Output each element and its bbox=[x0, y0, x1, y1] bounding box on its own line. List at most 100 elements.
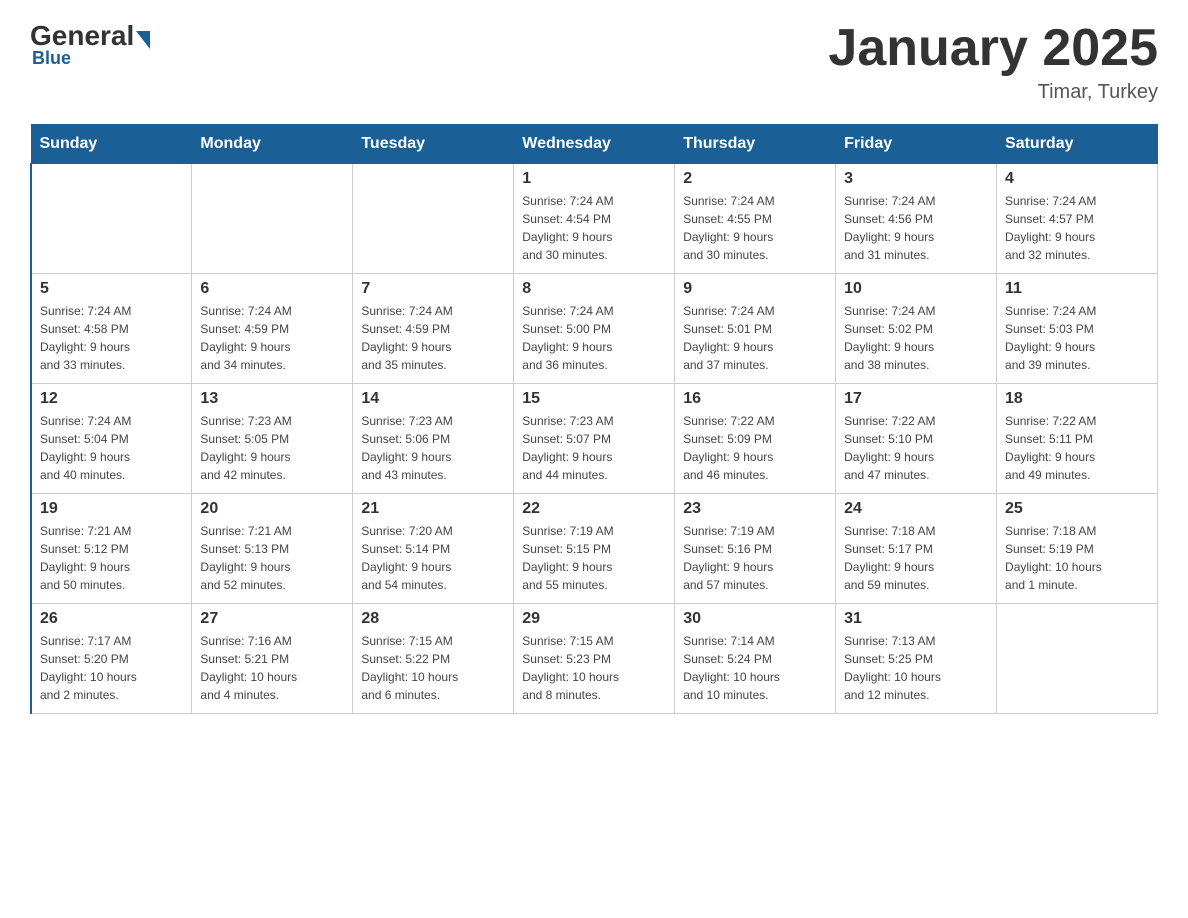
calendar-cell: 26 Sunrise: 7:17 AMSunset: 5:20 PMDayligh… bbox=[31, 604, 192, 714]
cell-date-number: 5 bbox=[40, 280, 183, 298]
calendar-cell: 5 Sunrise: 7:24 AMSunset: 4:58 PMDaylight… bbox=[31, 274, 192, 384]
logo: General Blue bbox=[30, 20, 152, 69]
cell-date-number: 10 bbox=[844, 280, 988, 298]
cell-sun-info: Sunrise: 7:24 AMSunset: 4:59 PMDaylight:… bbox=[200, 302, 344, 374]
cell-sun-info: Sunrise: 7:24 AMSunset: 4:54 PMDaylight:… bbox=[522, 192, 666, 264]
cell-sun-info: Sunrise: 7:24 AMSunset: 4:56 PMDaylight:… bbox=[844, 192, 988, 264]
calendar-cell: 8 Sunrise: 7:24 AMSunset: 5:00 PMDaylight… bbox=[514, 274, 675, 384]
cell-sun-info: Sunrise: 7:13 AMSunset: 5:25 PMDaylight:… bbox=[844, 632, 988, 704]
cell-sun-info: Sunrise: 7:20 AMSunset: 5:14 PMDaylight:… bbox=[361, 522, 505, 594]
cell-date-number: 15 bbox=[522, 390, 666, 408]
cell-date-number: 3 bbox=[844, 170, 988, 188]
calendar-cell: 19 Sunrise: 7:21 AMSunset: 5:12 PMDayligh… bbox=[31, 494, 192, 604]
calendar-cell: 21 Sunrise: 7:20 AMSunset: 5:14 PMDayligh… bbox=[353, 494, 514, 604]
cell-date-number: 8 bbox=[522, 280, 666, 298]
calendar-cell: 11 Sunrise: 7:24 AMSunset: 5:03 PMDayligh… bbox=[997, 274, 1158, 384]
calendar-cell: 30Sunrise: 7:14 AMSunset: 5:24 PMDayligh… bbox=[675, 604, 836, 714]
calendar-cell: 2 Sunrise: 7:24 AMSunset: 4:55 PMDaylight… bbox=[675, 164, 836, 274]
cell-date-number: 19 bbox=[40, 500, 183, 518]
cell-sun-info: Sunrise: 7:22 AMSunset: 5:09 PMDaylight:… bbox=[683, 412, 827, 484]
cell-sun-info: Sunrise: 7:24 AMSunset: 5:03 PMDaylight:… bbox=[1005, 302, 1149, 374]
cell-sun-info: Sunrise: 7:15 AMSunset: 5:23 PMDaylight:… bbox=[522, 632, 666, 704]
calendar-cell bbox=[997, 604, 1158, 714]
cell-date-number: 11 bbox=[1005, 280, 1149, 298]
cell-date-number: 16 bbox=[683, 390, 827, 408]
cell-date-number: 22 bbox=[522, 500, 666, 518]
calendar-cell: 3 Sunrise: 7:24 AMSunset: 4:56 PMDaylight… bbox=[836, 164, 997, 274]
cell-sun-info: Sunrise: 7:18 AMSunset: 5:17 PMDaylight:… bbox=[844, 522, 988, 594]
cell-sun-info: Sunrise: 7:22 AMSunset: 5:10 PMDaylight:… bbox=[844, 412, 988, 484]
cell-sun-info: Sunrise: 7:23 AMSunset: 5:06 PMDaylight:… bbox=[361, 412, 505, 484]
calendar-cell: 18Sunrise: 7:22 AMSunset: 5:11 PMDayligh… bbox=[997, 384, 1158, 494]
cell-date-number: 20 bbox=[200, 500, 344, 518]
cell-sun-info: Sunrise: 7:23 AMSunset: 5:05 PMDaylight:… bbox=[200, 412, 344, 484]
calendar-cell bbox=[353, 164, 514, 274]
cell-sun-info: Sunrise: 7:24 AMSunset: 5:00 PMDaylight:… bbox=[522, 302, 666, 374]
cell-sun-info: Sunrise: 7:19 AMSunset: 5:15 PMDaylight:… bbox=[522, 522, 666, 594]
cell-sun-info: Sunrise: 7:21 AMSunset: 5:12 PMDaylight:… bbox=[40, 522, 183, 594]
calendar-cell: 23Sunrise: 7:19 AMSunset: 5:16 PMDayligh… bbox=[675, 494, 836, 604]
cell-date-number: 24 bbox=[844, 500, 988, 518]
calendar-cell: 4 Sunrise: 7:24 AMSunset: 4:57 PMDaylight… bbox=[997, 164, 1158, 274]
cell-sun-info: Sunrise: 7:24 AMSunset: 4:57 PMDaylight:… bbox=[1005, 192, 1149, 264]
calendar-cell: 28 Sunrise: 7:15 AMSunset: 5:22 PMDayligh… bbox=[353, 604, 514, 714]
cell-sun-info: Sunrise: 7:24 AMSunset: 4:59 PMDaylight:… bbox=[361, 302, 505, 374]
cell-date-number: 6 bbox=[200, 280, 344, 298]
calendar-week-3: 12 Sunrise: 7:24 AMSunset: 5:04 PMDayligh… bbox=[31, 384, 1158, 494]
cell-date-number: 17 bbox=[844, 390, 988, 408]
calendar-cell: 20 Sunrise: 7:21 AMSunset: 5:13 PMDayligh… bbox=[192, 494, 353, 604]
cell-date-number: 2 bbox=[683, 170, 827, 188]
calendar-cell: 16 Sunrise: 7:22 AMSunset: 5:09 PMDayligh… bbox=[675, 384, 836, 494]
location: Timar, Turkey bbox=[828, 81, 1158, 104]
cell-sun-info: Sunrise: 7:23 AMSunset: 5:07 PMDaylight:… bbox=[522, 412, 666, 484]
cell-date-number: 30 bbox=[683, 610, 827, 628]
cell-sun-info: Sunrise: 7:24 AMSunset: 4:55 PMDaylight:… bbox=[683, 192, 827, 264]
cell-sun-info: Sunrise: 7:15 AMSunset: 5:22 PMDaylight:… bbox=[361, 632, 505, 704]
calendar-cell: 31 Sunrise: 7:13 AMSunset: 5:25 PMDayligh… bbox=[836, 604, 997, 714]
calendar-cell: 9Sunrise: 7:24 AMSunset: 5:01 PMDaylight… bbox=[675, 274, 836, 384]
logo-arrow-icon bbox=[136, 31, 150, 49]
calendar-cell: 29 Sunrise: 7:15 AMSunset: 5:23 PMDayligh… bbox=[514, 604, 675, 714]
calendar-cell: 25 Sunrise: 7:18 AMSunset: 5:19 PMDayligh… bbox=[997, 494, 1158, 604]
logo-blue: Blue bbox=[32, 48, 71, 69]
weekday-header-saturday: Saturday bbox=[997, 125, 1158, 164]
cell-sun-info: Sunrise: 7:18 AMSunset: 5:19 PMDaylight:… bbox=[1005, 522, 1149, 594]
calendar-cell: 24 Sunrise: 7:18 AMSunset: 5:17 PMDayligh… bbox=[836, 494, 997, 604]
cell-sun-info: Sunrise: 7:21 AMSunset: 5:13 PMDaylight:… bbox=[200, 522, 344, 594]
calendar-week-1: 1 Sunrise: 7:24 AMSunset: 4:54 PMDaylight… bbox=[31, 164, 1158, 274]
month-title: January 2025 bbox=[828, 20, 1158, 77]
page-header: General Blue January 2025 Timar, Turkey bbox=[30, 20, 1158, 104]
calendar-week-4: 19 Sunrise: 7:21 AMSunset: 5:12 PMDayligh… bbox=[31, 494, 1158, 604]
calendar-cell: 17 Sunrise: 7:22 AMSunset: 5:10 PMDayligh… bbox=[836, 384, 997, 494]
cell-sun-info: Sunrise: 7:24 AMSunset: 5:02 PMDaylight:… bbox=[844, 302, 988, 374]
cell-date-number: 27 bbox=[200, 610, 344, 628]
title-block: January 2025 Timar, Turkey bbox=[828, 20, 1158, 104]
cell-date-number: 25 bbox=[1005, 500, 1149, 518]
cell-date-number: 4 bbox=[1005, 170, 1149, 188]
calendar-cell bbox=[192, 164, 353, 274]
cell-sun-info: Sunrise: 7:17 AMSunset: 5:20 PMDaylight:… bbox=[40, 632, 183, 704]
cell-sun-info: Sunrise: 7:24 AMSunset: 4:58 PMDaylight:… bbox=[40, 302, 183, 374]
cell-date-number: 26 bbox=[40, 610, 183, 628]
calendar-cell: 12 Sunrise: 7:24 AMSunset: 5:04 PMDayligh… bbox=[31, 384, 192, 494]
weekday-header-tuesday: Tuesday bbox=[353, 125, 514, 164]
calendar-cell: 14Sunrise: 7:23 AMSunset: 5:06 PMDayligh… bbox=[353, 384, 514, 494]
calendar-cell: 22 Sunrise: 7:19 AMSunset: 5:15 PMDayligh… bbox=[514, 494, 675, 604]
cell-date-number: 21 bbox=[361, 500, 505, 518]
cell-sun-info: Sunrise: 7:22 AMSunset: 5:11 PMDaylight:… bbox=[1005, 412, 1149, 484]
calendar-cell: 6 Sunrise: 7:24 AMSunset: 4:59 PMDaylight… bbox=[192, 274, 353, 384]
cell-date-number: 12 bbox=[40, 390, 183, 408]
cell-sun-info: Sunrise: 7:24 AMSunset: 5:01 PMDaylight:… bbox=[683, 302, 827, 374]
cell-date-number: 31 bbox=[844, 610, 988, 628]
calendar-header-row: SundayMondayTuesdayWednesdayThursdayFrid… bbox=[31, 125, 1158, 164]
cell-date-number: 1 bbox=[522, 170, 666, 188]
weekday-header-friday: Friday bbox=[836, 125, 997, 164]
calendar-cell: 15 Sunrise: 7:23 AMSunset: 5:07 PMDayligh… bbox=[514, 384, 675, 494]
cell-date-number: 29 bbox=[522, 610, 666, 628]
calendar-cell bbox=[31, 164, 192, 274]
cell-date-number: 28 bbox=[361, 610, 505, 628]
cell-date-number: 7 bbox=[361, 280, 505, 298]
weekday-header-sunday: Sunday bbox=[31, 125, 192, 164]
cell-sun-info: Sunrise: 7:24 AMSunset: 5:04 PMDaylight:… bbox=[40, 412, 183, 484]
calendar-cell: 10 Sunrise: 7:24 AMSunset: 5:02 PMDayligh… bbox=[836, 274, 997, 384]
